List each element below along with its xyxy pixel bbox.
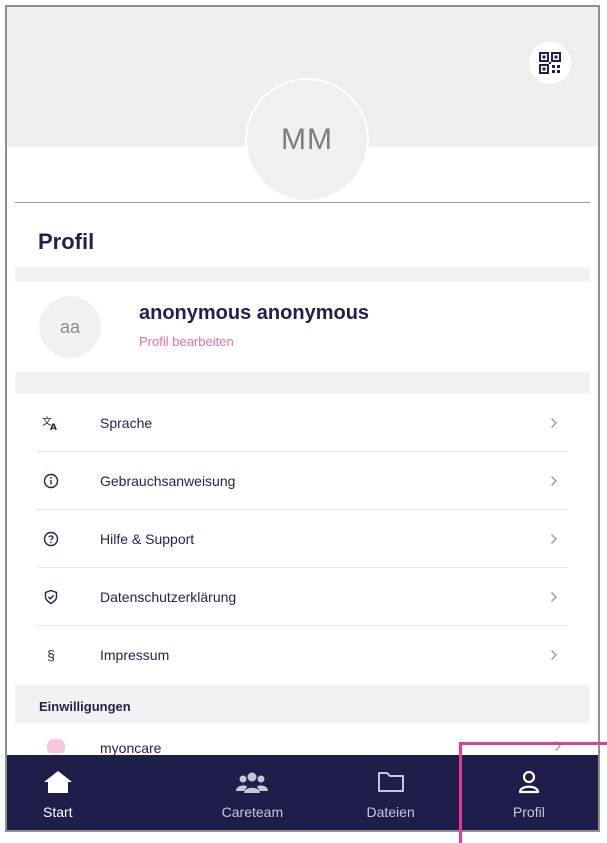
tab-label: Start — [43, 804, 73, 820]
tab-label: Careteam — [221, 804, 284, 820]
avatar-initials: MM — [281, 123, 333, 156]
qr-code-button[interactable] — [529, 42, 571, 84]
team-icon — [236, 769, 269, 795]
help-icon — [41, 529, 61, 549]
tab-dateien[interactable]: Dateien — [322, 755, 460, 830]
tab-careteam[interactable]: Careteam — [183, 755, 321, 830]
chevron-right-icon — [546, 415, 562, 431]
page-title: Profil — [38, 229, 95, 254]
tab-profil[interactable]: Profil — [460, 755, 598, 830]
section-spacer — [15, 372, 590, 394]
menu-item-label: Datenschutzerklärung — [100, 589, 237, 605]
tab-label: Dateien — [366, 804, 415, 820]
menu-item-label: Impressum — [100, 647, 170, 663]
consents-section-header: Einwilligungen — [15, 685, 590, 723]
chevron-right-icon — [546, 473, 562, 489]
qr-code-icon — [539, 52, 561, 74]
edit-profile-link[interactable]: Profil bearbeiten — [139, 334, 234, 349]
section-title: Einwilligungen — [39, 699, 131, 714]
menu-item-hilfe-support[interactable]: Hilfe & Support — [15, 510, 590, 568]
menu-item-datenschutz[interactable]: Datenschutzerklärung — [15, 568, 590, 626]
heart-icon — [47, 739, 65, 753]
menu-item-gebrauchsanweisung[interactable]: Gebrauchsanweisung — [15, 452, 590, 510]
bottom-tab-bar: Start Careteam Dateien Profil — [7, 755, 598, 830]
menu-item-impressum[interactable]: § Impressum — [15, 626, 590, 684]
divider — [15, 202, 590, 203]
paragraph-icon: § — [47, 647, 55, 663]
user-icon — [517, 769, 541, 795]
tab-label: Profil — [512, 804, 545, 820]
chevron-right-icon — [546, 647, 562, 663]
app-frame: MM Profil aa anonymous anonymous Profil … — [5, 5, 600, 832]
user-card: aa anonymous anonymous Profil bearbeiten — [15, 282, 590, 372]
tab-start[interactable]: Start — [7, 755, 183, 830]
home-icon — [43, 769, 73, 795]
profile-avatar[interactable]: MM — [245, 78, 369, 202]
menu-item-label: Sprache — [100, 415, 153, 431]
settings-menu: 文A Sprache Gebrauchsanweisung Hilfe & Su… — [15, 394, 590, 684]
user-name: anonymous anonymous — [139, 302, 370, 324]
svg-text:A: A — [50, 423, 57, 431]
user-initials: aa — [59, 316, 81, 337]
consent-item-label: myoncare — [100, 740, 162, 756]
menu-item-sprache[interactable]: 文A Sprache — [15, 394, 590, 452]
chevron-right-icon — [546, 531, 562, 547]
user-avatar: aa — [39, 296, 101, 358]
menu-item-label: Gebrauchsanweisung — [100, 473, 236, 489]
shield-check-icon — [41, 587, 61, 607]
folder-icon — [377, 769, 405, 795]
chevron-right-icon — [546, 589, 562, 605]
info-icon — [41, 471, 61, 491]
section-spacer — [15, 267, 590, 282]
menu-item-label: Hilfe & Support — [100, 531, 195, 547]
translate-icon: 文A — [41, 413, 61, 433]
